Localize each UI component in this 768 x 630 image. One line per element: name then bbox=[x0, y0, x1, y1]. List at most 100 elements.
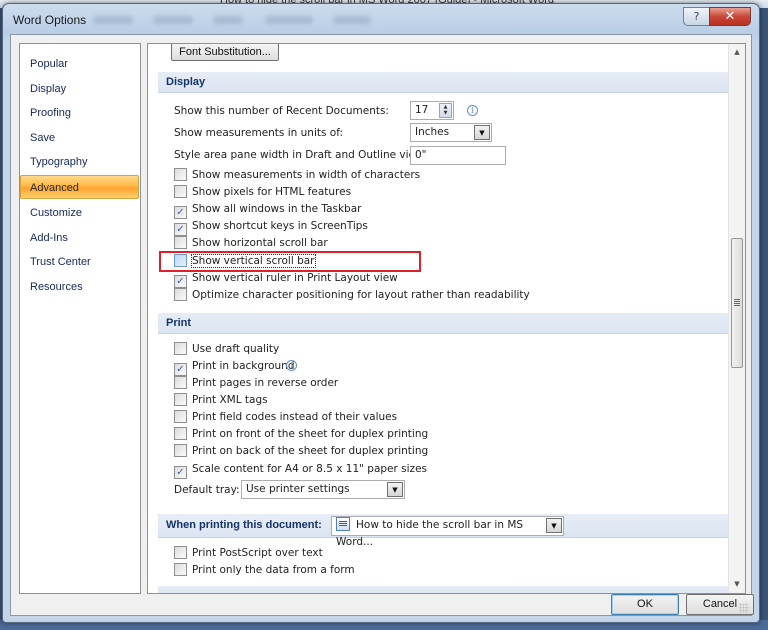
document-selector-dropdown[interactable]: How to hide the scroll bar in MS Word...… bbox=[331, 516, 564, 548]
nav-item-customize[interactable]: Customize bbox=[20, 201, 140, 226]
when-printing-label: When printing this document: bbox=[166, 519, 322, 531]
checkbox-row[interactable]: Print pages in reverse order bbox=[174, 374, 338, 391]
checkbox-checked[interactable]: ✓ bbox=[174, 466, 187, 479]
close-x-icon: ✕ bbox=[724, 9, 736, 24]
checkbox-row[interactable]: Show horizontal scroll bar bbox=[174, 234, 328, 251]
word-document-icon bbox=[336, 517, 350, 531]
measurement-units-dropdown[interactable]: Inches ▼ bbox=[410, 123, 492, 142]
checkbox-label: Print XML tags bbox=[192, 394, 268, 406]
nav-item-typography[interactable]: Typography bbox=[20, 150, 140, 175]
default-tray-dropdown[interactable]: Use printer settings ▼ bbox=[241, 480, 405, 499]
checkbox-label: Show horizontal scroll bar bbox=[192, 237, 328, 249]
style-area-width-input[interactable]: 0" bbox=[410, 146, 506, 165]
checkbox-label: Show pixels for HTML features bbox=[192, 186, 352, 198]
question-mark-icon: ? bbox=[693, 10, 700, 23]
checkbox[interactable] bbox=[174, 376, 187, 389]
checkbox-row[interactable]: Print XML tags bbox=[174, 391, 268, 408]
recent-documents-spinner[interactable]: 17 ▲ ▼ bbox=[410, 101, 454, 120]
checkbox[interactable] bbox=[174, 342, 187, 355]
nav-item-popular[interactable]: Popular bbox=[20, 52, 140, 77]
checkbox-row[interactable]: ✓ Scale content for A4 or 8.5 x 11" paper… bbox=[174, 460, 428, 479]
checkbox-row[interactable]: Print PostScript over text bbox=[174, 544, 323, 561]
nav-item-resources[interactable]: Resources bbox=[20, 275, 140, 300]
checkbox[interactable] bbox=[174, 185, 187, 198]
checkbox-label: Show shortcut keys in ScreenTips bbox=[192, 220, 368, 232]
checkbox-row[interactable]: Use draft quality bbox=[174, 340, 279, 357]
nav-item-proofing[interactable]: Proofing bbox=[20, 101, 140, 126]
close-button[interactable]: ✕ bbox=[709, 7, 751, 26]
font-substitution-button[interactable]: Font Substitution... bbox=[171, 44, 279, 61]
checkbox[interactable] bbox=[174, 563, 187, 576]
checkbox-label: Scale content for A4 or 8.5 x 11" paper … bbox=[192, 463, 428, 475]
vertical-scrollbar[interactable]: ▲ ▼ bbox=[728, 44, 745, 593]
style-area-width-label: Style area pane width in Draft and Outli… bbox=[174, 149, 433, 161]
ok-button[interactable]: OK bbox=[611, 594, 679, 615]
checkbox-row[interactable]: Show measurements in width of characters bbox=[174, 166, 420, 183]
nav-item-save[interactable]: Save bbox=[20, 126, 140, 151]
checkbox-label: Print only the data from a form bbox=[192, 564, 355, 576]
background-ribbon-tab bbox=[265, 16, 313, 24]
checkbox-row[interactable]: ✓ Show vertical ruler in Print Layout vie… bbox=[174, 269, 398, 288]
nav-item-add-ins[interactable]: Add-Ins bbox=[20, 226, 140, 251]
checkbox-row[interactable]: Print field codes instead of their value… bbox=[174, 408, 397, 425]
default-tray-label: Default tray: bbox=[174, 484, 240, 496]
checkbox-label: Show all windows in the Taskbar bbox=[192, 203, 362, 215]
print-section-header: Print bbox=[158, 313, 734, 334]
checkbox-row[interactable]: Optimize character positioning for layou… bbox=[174, 286, 530, 303]
caption-buttons: ? ✕ bbox=[683, 7, 751, 26]
checkbox[interactable] bbox=[174, 410, 187, 423]
checkbox-label: Print field codes instead of their value… bbox=[192, 411, 398, 423]
nav-item-trust-center[interactable]: Trust Center bbox=[20, 250, 140, 275]
measurement-units-value: Inches bbox=[415, 126, 450, 138]
checkbox-row[interactable]: ✓ Show all windows in the Taskbar bbox=[174, 200, 362, 219]
checkbox-label: Use draft quality bbox=[192, 343, 280, 355]
default-tray-value: Use printer settings bbox=[246, 483, 350, 495]
checkbox-row[interactable]: ✓ Show shortcut keys in ScreenTips bbox=[174, 217, 368, 236]
dialog-title: Word Options bbox=[13, 13, 87, 27]
checkbox[interactable] bbox=[174, 393, 187, 406]
background-ribbon-tab bbox=[333, 16, 371, 24]
scrollbar-thumb[interactable] bbox=[731, 238, 743, 369]
checkbox-row[interactable]: ✓ Print in background bbox=[174, 357, 295, 376]
background-ribbon-tab bbox=[153, 16, 193, 24]
checkbox-row[interactable]: Show pixels for HTML features bbox=[174, 183, 351, 200]
checkbox-label: Print in background bbox=[192, 360, 295, 372]
spinner-arrows-icon[interactable]: ▲ ▼ bbox=[439, 103, 452, 118]
style-area-width-value: 0" bbox=[415, 149, 427, 161]
checkbox[interactable] bbox=[174, 168, 187, 181]
scroll-down-arrow-icon[interactable]: ▼ bbox=[729, 576, 745, 593]
info-icon: i bbox=[286, 360, 297, 371]
checkbox-row[interactable]: Print only the data from a form bbox=[174, 561, 355, 578]
document-selector-value: How to hide the scroll bar in MS Word... bbox=[336, 519, 524, 548]
checkbox-label: Print on front of the sheet for duplex p… bbox=[192, 428, 429, 440]
checkbox[interactable] bbox=[174, 427, 187, 440]
scroll-up-arrow-icon[interactable]: ▲ bbox=[729, 44, 745, 61]
word-options-dialog: Word Options ? ✕ Popular Display Proofin… bbox=[2, 3, 760, 623]
chevron-down-icon[interactable]: ▼ bbox=[387, 482, 403, 497]
chevron-down-icon[interactable]: ▼ bbox=[546, 518, 562, 533]
options-category-list: Popular Display Proofing Save Typography… bbox=[19, 43, 141, 594]
checkbox-label: Print pages in reverse order bbox=[192, 377, 339, 389]
recent-documents-value: 17 bbox=[415, 104, 429, 116]
grip-icon bbox=[734, 299, 740, 307]
chevron-down-icon[interactable]: ▼ bbox=[474, 125, 490, 140]
nav-item-display[interactable]: Display bbox=[20, 77, 140, 102]
checkbox-label: Print PostScript over text bbox=[192, 547, 323, 559]
checkbox[interactable] bbox=[174, 444, 187, 457]
checkbox-label: Show measurements in width of characters bbox=[192, 169, 421, 181]
measurement-units-label: Show measurements in units of: bbox=[174, 127, 344, 139]
checkbox-label: Optimize character positioning for layou… bbox=[192, 289, 530, 301]
help-button[interactable]: ? bbox=[683, 7, 709, 26]
dialog-client-area: Popular Display Proofing Save Typography… bbox=[10, 34, 754, 616]
next-section-header-partial bbox=[158, 586, 734, 593]
checkbox-row[interactable]: Print on back of the sheet for duplex pr… bbox=[174, 442, 428, 459]
checkbox[interactable] bbox=[174, 288, 187, 301]
resize-grip-icon[interactable] bbox=[739, 603, 749, 613]
checkbox[interactable] bbox=[174, 236, 187, 249]
display-section-header: Display bbox=[158, 72, 734, 93]
nav-item-advanced[interactable]: Advanced bbox=[20, 174, 139, 199]
checkbox-row[interactable]: Print on front of the sheet for duplex p… bbox=[174, 425, 428, 442]
background-ribbon-tab bbox=[213, 16, 243, 24]
checkbox[interactable] bbox=[174, 546, 187, 559]
checkbox-label: Print on back of the sheet for duplex pr… bbox=[192, 445, 429, 457]
